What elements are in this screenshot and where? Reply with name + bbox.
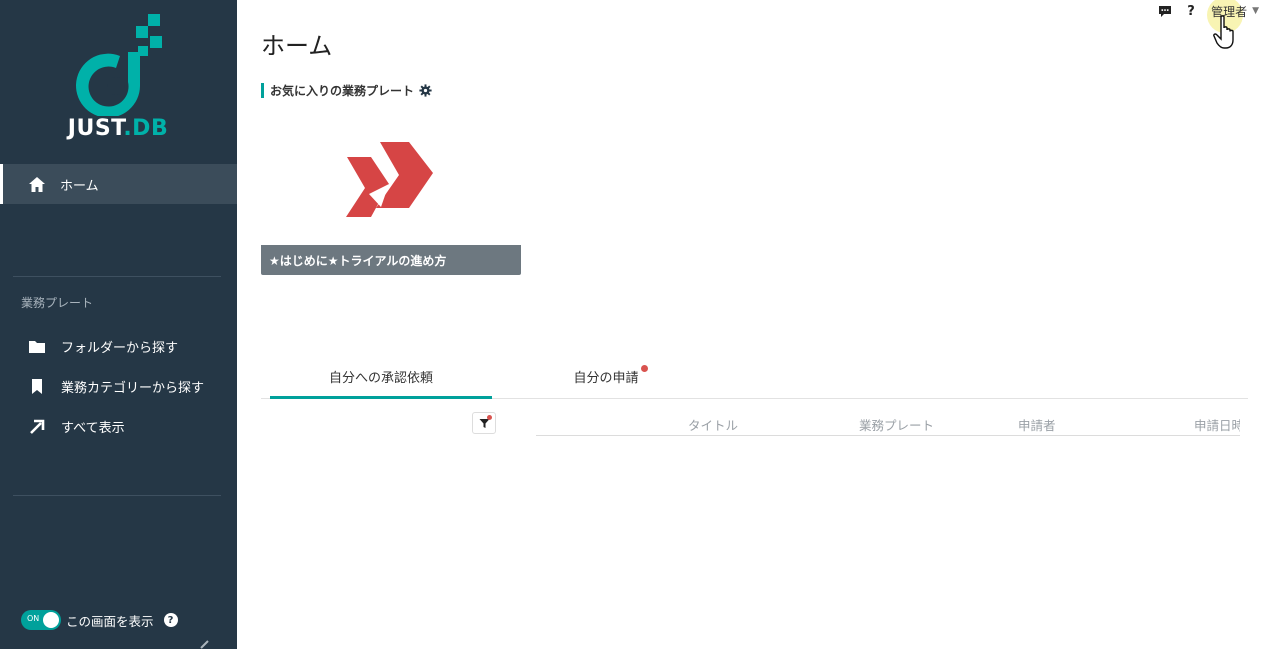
comment-icon[interactable]: [1157, 3, 1173, 19]
toggle-knob: [43, 612, 59, 628]
folder-icon: [29, 340, 45, 353]
favorites-title: お気に入りの業務プレート: [270, 84, 415, 98]
home-icon: [29, 176, 45, 192]
collapse-sidebar-icon[interactable]: [198, 640, 210, 649]
column-header-title[interactable]: タイトル: [688, 415, 738, 434]
sidebar: JUST.DB ホーム 業務プレート フォルダーから探す 業務カテゴリーから探す: [0, 0, 237, 649]
sidebar-item-home[interactable]: ホーム: [0, 164, 237, 204]
page-title: ホーム: [261, 32, 333, 60]
column-header-applicant[interactable]: 申請者: [1018, 415, 1056, 434]
tab-my-applications[interactable]: 自分の申請: [511, 363, 701, 399]
help-icon[interactable]: ?: [1183, 3, 1199, 19]
help-icon[interactable]: ?: [163, 613, 178, 627]
plate-caption: ★はじめに★トライアルの進め方: [261, 245, 521, 275]
arrow-up-right-icon: [30, 419, 45, 434]
sidebar-divider: [13, 495, 221, 496]
sidebar-section-title: 業務プレート: [21, 296, 94, 310]
top-bar: ? 管理者 ▼: [1147, 0, 1259, 33]
sidebar-item-label: 業務カテゴリーから探す: [61, 380, 205, 396]
sidebar-item-show-all[interactable]: すべて表示: [0, 408, 237, 444]
show-screen-toggle-row: ON この画面を表示 ?: [21, 610, 178, 630]
app-logo[interactable]: JUST.DB: [58, 12, 178, 142]
logo-wordmark: JUST.DB: [67, 116, 169, 141]
sidebar-divider: [13, 276, 221, 277]
sidebar-item-label: フォルダーから探す: [61, 340, 179, 356]
tab-approval-requests[interactable]: 自分への承認依頼: [270, 363, 492, 399]
filter-button[interactable]: [472, 412, 496, 434]
sidebar-item-label: ホーム: [60, 178, 99, 194]
favorite-plate-tile[interactable]: ★はじめに★トライアルの進め方: [261, 120, 521, 275]
column-header-plate[interactable]: 業務プレート: [859, 415, 934, 434]
favorites-header: お気に入りの業務プレート: [261, 83, 432, 98]
toggle-label: この画面を表示: [66, 613, 154, 629]
sidebar-item-label: すべて表示: [61, 420, 125, 436]
app-root: JUST.DB ホーム 業務プレート フォルダーから探す 業務カテゴリーから探す: [0, 0, 1265, 649]
bookmark-icon: [32, 378, 42, 394]
plate-chevron-icon: [346, 142, 433, 217]
show-screen-toggle[interactable]: ON: [21, 610, 61, 630]
table-header: タイトル 業務プレート 申請者 申請日時: [536, 412, 1240, 436]
sidebar-item-category-search[interactable]: 業務カテゴリーから探す: [0, 368, 237, 404]
filter-active-dot: [487, 415, 492, 420]
chevron-down-icon: ▼: [1252, 6, 1259, 16]
gear-icon[interactable]: [419, 84, 432, 97]
toggle-state: ON: [27, 614, 40, 623]
sidebar-item-folder-search[interactable]: フォルダーから探す: [0, 328, 237, 364]
column-header-date[interactable]: 申請日時: [1194, 415, 1240, 434]
hand-cursor-icon: [1213, 15, 1234, 49]
request-tabs: 自分への承認依頼 自分の申請: [261, 363, 1248, 399]
notification-dot: [641, 365, 648, 372]
logo-mark-icon: [76, 14, 162, 118]
